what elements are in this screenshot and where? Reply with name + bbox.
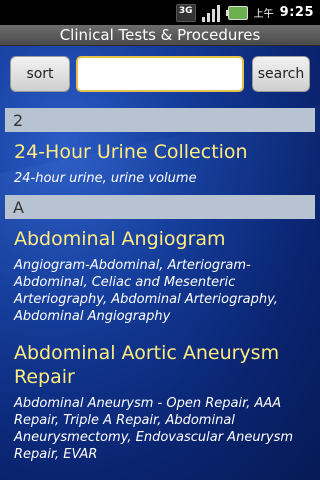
search-button[interactable]: search xyxy=(252,56,310,92)
list-item-synonyms: Angiogram-Abdominal, Arteriogram-Abdomin… xyxy=(14,258,278,324)
procedure-list[interactable]: 2 24-Hour Urine Collection 24-hour urine… xyxy=(0,108,320,480)
list-item[interactable]: Abdominal Aortic Aneurysm Repair Abdomin… xyxy=(0,333,320,471)
sort-button[interactable]: sort xyxy=(10,56,70,92)
status-bar: 3G 上午 9:25 xyxy=(0,0,320,25)
search-input[interactable] xyxy=(76,56,244,92)
list-item-synonyms: Abdominal Aneurysm - Open Repair, AAA Re… xyxy=(14,396,294,462)
list-item-title: Abdominal Angiogram xyxy=(14,228,226,250)
app-title: Clinical Tests & Procedures xyxy=(59,26,261,44)
section-header-a: A xyxy=(5,195,315,219)
list-item-synonyms: 24-hour urine, urine volume xyxy=(14,171,197,186)
list-item-title: Abdominal Aortic Aneurysm Repair xyxy=(14,342,280,388)
list-item[interactable]: Abdominal Angiogram Angiogram-Abdominal,… xyxy=(0,219,320,333)
clock-ampm: 上午 xyxy=(253,9,274,20)
section-header-2: 2 xyxy=(5,108,315,132)
clock-time: 9:25 xyxy=(279,5,314,20)
app-title-bar: Clinical Tests & Procedures xyxy=(0,25,320,46)
network-3g-icon: 3G xyxy=(175,3,196,22)
search-toolbar: sort search xyxy=(0,46,320,104)
battery-icon xyxy=(225,5,248,20)
list-item-title: 24-Hour Urine Collection xyxy=(14,141,248,163)
signal-strength-icon xyxy=(201,4,222,22)
list-item[interactable]: 24-Hour Urine Collection 24-hour urine, … xyxy=(0,132,320,195)
